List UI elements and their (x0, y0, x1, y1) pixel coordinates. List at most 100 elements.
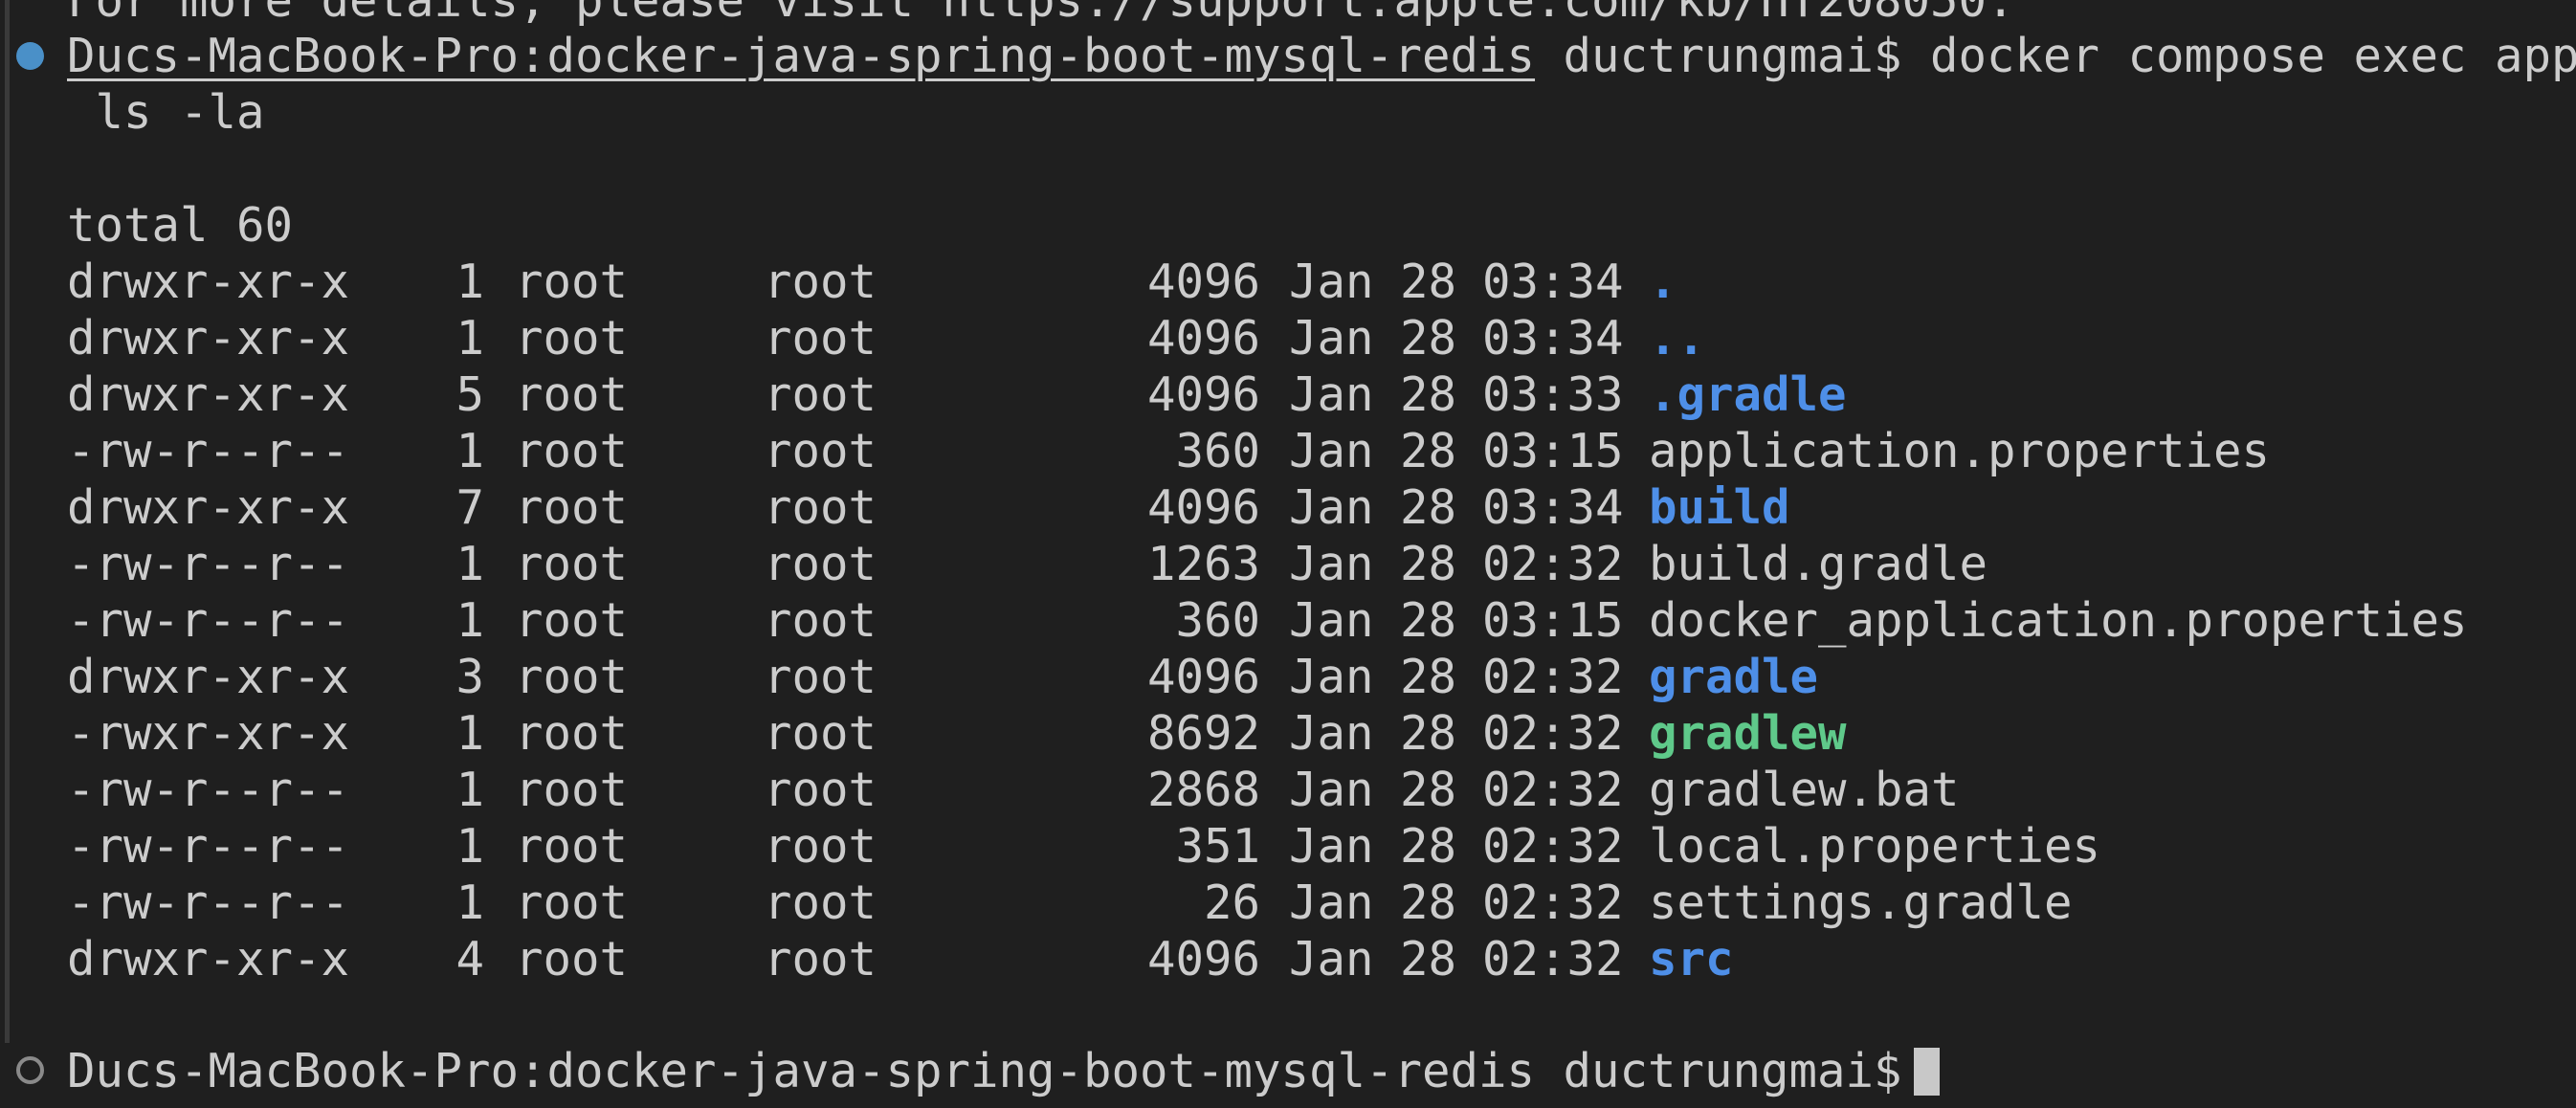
listing-owner: root (515, 367, 629, 422)
listing-row: drwxr-xr-x 5 root root 4096 Jan 28 03:33 .gradle (0, 366, 2576, 423)
listing-day: 28 (1400, 424, 1457, 478)
listing-owner: root (515, 875, 629, 930)
listing-time: 03:34 (1482, 480, 1624, 535)
listing-links: 3 (455, 650, 484, 704)
listing-links: 1 (455, 593, 484, 648)
listing-links: 1 (455, 311, 484, 366)
listing-size: 4096 (1146, 311, 1260, 366)
prompt2-user: ductrungmai$ (1535, 1044, 1902, 1098)
listing-owner: root (515, 763, 629, 817)
listing-row: -rw-r--r-- 1 root root 1263 Jan 28 02:32 build.g… (0, 536, 2576, 592)
listing-links: 5 (455, 367, 484, 422)
listing-time: 03:33 (1482, 367, 1624, 422)
listing-size: 360 (1175, 424, 1260, 478)
listing-day: 28 (1400, 875, 1457, 930)
listing-name: docker_application.properties (1649, 593, 2468, 648)
listing-owner: root (515, 650, 629, 704)
listing-row: -rw-r--r-- 1 root root 360 Jan 28 03:15 applicat… (0, 423, 2576, 479)
listing-size: 4096 (1146, 932, 1260, 986)
listing-owner: root (515, 311, 629, 366)
listing-time: 03:15 (1482, 593, 1624, 648)
listing-day: 28 (1400, 819, 1457, 874)
listing-group: root (764, 875, 877, 930)
listing-perms: drwxr-xr-x (67, 650, 350, 704)
listing-group: root (764, 593, 877, 648)
command-success-marker-icon[interactable] (16, 42, 44, 70)
listing-time: 03:34 (1482, 255, 1624, 309)
terminal-cursor (1913, 1048, 1940, 1096)
listing-name: build (1649, 480, 1790, 535)
listing-name: .gradle (1649, 367, 1847, 422)
listing-links: 7 (455, 480, 484, 535)
listing-row: drwxr-xr-x 7 root root 4096 Jan 28 03:34 build (0, 479, 2576, 536)
listing-owner: root (515, 593, 629, 648)
listing-owner: root (515, 706, 629, 761)
listing-time: 02:32 (1482, 763, 1624, 817)
listing-perms: drwxr-xr-x (67, 932, 350, 986)
listing-size: 4096 (1146, 255, 1260, 309)
prompt-user: ductrungmai$ (1535, 29, 1931, 83)
command-pending-marker-icon[interactable] (16, 1056, 44, 1084)
listing-owner: root (515, 932, 629, 986)
listing-day: 28 (1400, 311, 1457, 366)
listing-month: Jan (1289, 255, 1374, 309)
listing-group: root (764, 537, 877, 591)
listing-size: 4096 (1146, 650, 1260, 704)
listing-size: 2868 (1146, 763, 1260, 817)
listing-perms: drwxr-xr-x (67, 480, 350, 535)
listing-name: .. (1649, 311, 1706, 366)
command-prompt-line: Ducs-MacBook-Pro:docker-java-spring-boot… (67, 28, 2576, 84)
listing-day: 28 (1400, 706, 1457, 761)
active-prompt-line[interactable]: Ducs-MacBook-Pro:docker-java-spring-boot… (67, 1043, 1940, 1099)
listing-group: root (764, 311, 877, 366)
listing-group: root (764, 255, 877, 309)
listing-perms: -rw-r--r-- (67, 763, 350, 817)
listing-name: gradlew.bat (1649, 763, 1960, 817)
command-wrap-line: ls -la (67, 85, 265, 140)
listing-name: . (1649, 255, 1677, 309)
listing-name: src (1649, 932, 1734, 986)
prompt2-host-path: Ducs-MacBook-Pro:docker-java-spring-boot… (67, 1044, 1536, 1098)
listing-month: Jan (1289, 424, 1374, 478)
listing-links: 1 (455, 537, 484, 591)
listing-row: -rw-r--r-- 1 root root 351 Jan 28 02:32 local.pr… (0, 818, 2576, 875)
listing-size: 8692 (1146, 706, 1260, 761)
listing-links: 1 (455, 763, 484, 817)
listing-day: 28 (1400, 593, 1457, 648)
listing-day: 28 (1400, 480, 1457, 535)
listing-group: root (764, 480, 877, 535)
listing-perms: -rw-r--r-- (67, 875, 350, 930)
listing-month: Jan (1289, 480, 1374, 535)
listing-month: Jan (1289, 706, 1374, 761)
listing-perms: drwxr-xr-x (67, 367, 350, 422)
listing-day: 28 (1400, 650, 1457, 704)
listing-row: -rwxr-xr-x 1 root root 8692 Jan 28 02:32 gradlew (0, 705, 2576, 762)
listing-group: root (764, 424, 877, 478)
listing-perms: -rw-r--r-- (67, 593, 350, 648)
listing-month: Jan (1289, 311, 1374, 366)
listing-name: local.properties (1649, 819, 2101, 874)
listing-time: 02:32 (1482, 875, 1624, 930)
listing-row: drwxr-xr-x 1 root root 4096 Jan 28 03:34. (0, 254, 2576, 310)
listing-group: root (764, 367, 877, 422)
listing-owner: root (515, 819, 629, 874)
listing-size: 351 (1175, 819, 1260, 874)
listing-perms: -rw-r--r-- (67, 537, 350, 591)
listing-month: Jan (1289, 819, 1374, 874)
listing-day: 28 (1400, 537, 1457, 591)
listing-links: 1 (455, 706, 484, 761)
listing-time: 03:34 (1482, 311, 1624, 366)
listing-row: -rw-r--r-- 1 root root 26 Jan 28 02:32 settings.… (0, 875, 2576, 931)
listing-time: 02:32 (1482, 650, 1624, 704)
listing-group: root (764, 650, 877, 704)
listing-owner: root (515, 480, 629, 535)
prompt-host-path-link[interactable]: Ducs-MacBook-Pro:docker-java-spring-boot… (67, 29, 1535, 83)
listing-row: -rw-r--r-- 1 root root 2868 Jan 28 02:32 gradlew… (0, 762, 2576, 818)
listing-size: 1263 (1146, 537, 1260, 591)
terminal-panel[interactable]: For more details, please visit https://s… (0, 0, 2576, 1108)
listing-size: 4096 (1146, 480, 1260, 535)
listing-size: 26 (1203, 875, 1260, 930)
listing-month: Jan (1289, 537, 1374, 591)
listing-owner: root (515, 255, 629, 309)
listing-row: drwxr-xr-x 4 root root 4096 Jan 28 02:32 src (0, 931, 2576, 987)
